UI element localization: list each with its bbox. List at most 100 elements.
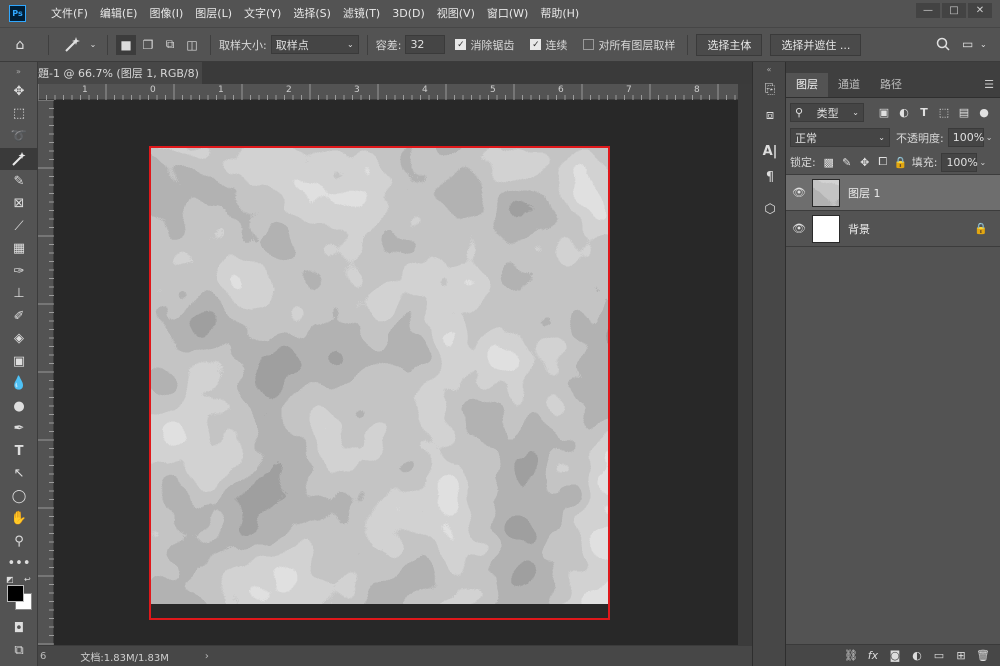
workspace-icon[interactable]: ▭ xyxy=(962,37,973,51)
new-selection-icon[interactable]: ■ xyxy=(116,34,136,55)
lock-transparent-icon[interactable]: ▩ xyxy=(820,156,838,169)
sample-size-select[interactable]: 取样点 ⌄ xyxy=(270,35,359,54)
eye-icon[interactable]: 👁 xyxy=(786,186,812,199)
filter-type-icon[interactable]: T xyxy=(914,106,934,119)
group-icon[interactable]: ▭ xyxy=(932,649,946,662)
brush-tool-icon[interactable]: ✑ xyxy=(0,260,38,283)
layer-row-background[interactable]: 👁 背景 🔒 xyxy=(786,211,1000,247)
layer-row-1[interactable]: 👁 图层 1 xyxy=(786,175,1000,211)
lock-pixels-icon[interactable]: ✎ xyxy=(838,156,856,169)
crop-tool-icon[interactable]: ⊠ xyxy=(0,193,38,216)
quick-mask-icon[interactable]: ◘ xyxy=(0,617,38,640)
chevron-down-icon[interactable]: ⌄ xyxy=(979,158,986,167)
select-and-mask-button[interactable]: 选择并遮住 ... xyxy=(770,33,862,56)
lasso-tool-icon[interactable]: ➰ xyxy=(0,125,38,148)
history-panel-icon[interactable]: ⎘ xyxy=(753,76,787,102)
opacity-input[interactable]: 100% xyxy=(947,128,984,147)
character-panel-icon[interactable]: A| xyxy=(753,138,787,164)
menu-select[interactable]: 选择(S) xyxy=(287,0,337,27)
eyedropper-icon[interactable]: ⟋ xyxy=(0,215,38,238)
tab-paths[interactable]: 路径 xyxy=(870,73,912,97)
gradient-tool-icon[interactable]: ▣ xyxy=(0,350,38,373)
menu-edit[interactable]: 编辑(E) xyxy=(94,0,144,27)
menu-type[interactable]: 文字(Y) xyxy=(238,0,287,27)
hand-tool-icon[interactable]: ✋ xyxy=(0,508,38,531)
sample-all-layers-checkbox[interactable] xyxy=(583,39,595,50)
link-icon[interactable]: ⛓ xyxy=(844,649,858,662)
marquee-tool-icon[interactable]: ⬚ xyxy=(0,103,38,126)
document-size[interactable]: 文档:1.83M/1.83M xyxy=(80,649,169,664)
collapse-icon[interactable]: « xyxy=(753,62,785,76)
menu-filter[interactable]: 滤镜(T) xyxy=(337,0,386,27)
3d-panel-icon[interactable]: ⬡ xyxy=(753,196,787,222)
panel-menu-icon[interactable]: ☰ xyxy=(984,78,994,91)
blur-tool-icon[interactable]: 💧 xyxy=(0,373,38,396)
add-selection-icon[interactable]: ❐ xyxy=(138,35,158,55)
menu-window[interactable]: 窗口(W) xyxy=(481,0,534,27)
fx-icon[interactable]: fx xyxy=(866,649,880,662)
search-icon[interactable] xyxy=(936,37,950,51)
zoom-tool-icon[interactable]: ⚲ xyxy=(0,530,38,553)
canvas-workspace[interactable] xyxy=(54,100,738,645)
filter-kind-select[interactable]: ⚲ 类型 ⌄ xyxy=(790,103,864,122)
filter-adjustment-icon[interactable]: ◐ xyxy=(894,106,914,119)
filter-shape-icon[interactable]: ⬚ xyxy=(934,106,954,119)
more-tools-icon[interactable]: ••• xyxy=(0,553,38,576)
blend-mode-select[interactable]: 正常 ⌄ xyxy=(790,128,890,147)
type-tool-icon[interactable]: T xyxy=(0,440,38,463)
eye-icon[interactable]: 👁 xyxy=(786,222,812,235)
menu-help[interactable]: 帮助(H) xyxy=(534,0,585,27)
close-button[interactable]: ✕ xyxy=(968,3,992,18)
magic-wand-icon[interactable] xyxy=(57,36,87,54)
minimize-button[interactable]: — xyxy=(916,3,940,18)
adjustment-icon[interactable]: ◐ xyxy=(910,649,924,662)
filter-pixel-icon[interactable]: ▣ xyxy=(874,106,894,119)
tab-layers[interactable]: 图层 xyxy=(786,73,828,97)
chevron-right-icon[interactable]: › xyxy=(205,651,209,662)
path-select-tool-icon[interactable]: ↖ xyxy=(0,463,38,486)
layer-name[interactable]: 图层 1 xyxy=(848,185,1000,201)
subtract-selection-icon[interactable]: ⧉ xyxy=(160,35,180,55)
tolerance-input[interactable]: 32 xyxy=(405,35,446,54)
chevron-down-icon[interactable]: ⌄ xyxy=(986,133,993,142)
ellipse-tool-icon[interactable]: ◯ xyxy=(0,485,38,508)
paragraph-panel-icon[interactable]: ¶ xyxy=(753,164,787,190)
layer-name[interactable]: 背景 xyxy=(848,221,974,237)
menu-layer[interactable]: 图层(L) xyxy=(189,0,238,27)
tab-channels[interactable]: 通道 xyxy=(828,73,870,97)
filter-toggle-icon[interactable]: ● xyxy=(974,106,994,119)
contiguous-checkbox[interactable]: ✓ xyxy=(530,39,542,50)
magic-wand-tool-icon[interactable] xyxy=(0,147,38,170)
pen-tool-icon[interactable]: ✒ xyxy=(0,418,38,441)
trash-icon[interactable]: 🗑 xyxy=(976,649,990,662)
document-canvas[interactable] xyxy=(150,146,608,618)
foreground-color-swatch[interactable] xyxy=(7,585,24,602)
home-icon[interactable]: ⌂ xyxy=(0,37,40,53)
dodge-tool-icon[interactable]: ● xyxy=(0,395,38,418)
intersect-selection-icon[interactable]: ◫ xyxy=(182,35,202,55)
screen-mode-icon[interactable]: ⧉ xyxy=(0,640,38,663)
move-tool-icon[interactable]: ✥ xyxy=(0,80,38,103)
chevron-down-icon[interactable]: ⌄ xyxy=(87,40,99,49)
menu-3d[interactable]: 3D(D) xyxy=(386,0,431,27)
antialias-checkbox[interactable]: ✓ xyxy=(455,39,467,50)
default-colors-icon[interactable]: ◩ xyxy=(6,575,14,584)
eraser-tool-icon[interactable]: ◈ xyxy=(0,328,38,351)
stamp-tool-icon[interactable]: ⊥ xyxy=(0,283,38,306)
select-subject-button[interactable]: 选择主体 xyxy=(696,33,763,56)
lock-all-icon[interactable]: 🔒 xyxy=(892,156,910,169)
vertical-scrollbar[interactable] xyxy=(738,84,752,645)
document-tab[interactable]: 題-1 @ 66.7% (图层 1, RGB/8) * × xyxy=(38,62,202,84)
healing-tool-icon[interactable]: ▦ xyxy=(0,238,38,261)
new-layer-icon[interactable]: ⊞ xyxy=(954,649,968,662)
maximize-button[interactable]: □ xyxy=(942,3,966,18)
eyedropper-tool-icon[interactable]: ✎ xyxy=(0,170,38,193)
menu-image[interactable]: 图像(I) xyxy=(143,0,189,27)
menu-view[interactable]: 视图(V) xyxy=(431,0,481,27)
lock-position-icon[interactable]: ✥ xyxy=(856,156,874,169)
fill-input[interactable]: 100% xyxy=(941,152,978,172)
collapse-icon[interactable]: » xyxy=(0,62,37,80)
photoshop-logo[interactable]: Ps xyxy=(9,5,26,22)
lock-artboard-icon[interactable]: ⧠ xyxy=(874,155,892,169)
swap-colors-icon[interactable]: ↩ xyxy=(24,575,31,584)
